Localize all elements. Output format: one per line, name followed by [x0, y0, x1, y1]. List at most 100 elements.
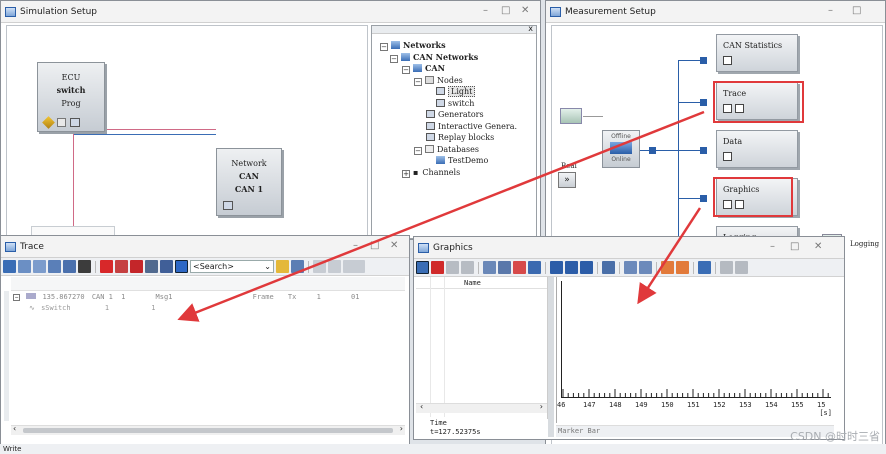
node-square[interactable]	[700, 57, 707, 64]
network-node-can1[interactable]: Network CAN CAN 1	[216, 148, 282, 216]
toolbar-highlight-icon[interactable]	[291, 260, 304, 273]
close-button[interactable]: ✕	[521, 5, 529, 16]
toolbar-view-icon[interactable]	[498, 261, 511, 274]
collapse-toggle-icon[interactable]: −	[402, 66, 410, 74]
toolbar-next-icon[interactable]	[328, 260, 341, 273]
minimize-button[interactable]: –	[770, 241, 775, 252]
offline-folder-icon[interactable]	[560, 108, 582, 124]
toolbar-zoom-fit-icon[interactable]	[580, 261, 593, 274]
tree-item-networks[interactable]: − Networks	[380, 40, 517, 52]
tree-item-replay[interactable]: Replay blocks	[380, 132, 517, 144]
expand-toggle-icon[interactable]: −	[13, 294, 20, 301]
toolbar-stop-icon[interactable]	[431, 261, 444, 274]
toolbar-columns-icon[interactable]	[48, 260, 61, 273]
scroll-right-icon[interactable]: ›	[540, 402, 543, 411]
toolbar-zoom-out-icon[interactable]	[565, 261, 578, 274]
toolbar-scroll-icon[interactable]	[160, 260, 173, 273]
toolbar-left-icon[interactable]	[661, 261, 674, 274]
minimize-button[interactable]: –	[483, 5, 488, 16]
collapse-toggle-icon[interactable]: −	[380, 43, 388, 51]
measurement-setup-titlebar[interactable]: Measurement Setup – □	[546, 1, 885, 23]
toolbar-time-icon[interactable]	[145, 260, 158, 273]
tree-item-channels[interactable]: + ▪ Channels	[380, 167, 517, 179]
toolbar-detail-icon[interactable]	[63, 260, 76, 273]
node-square[interactable]	[700, 99, 707, 106]
close-button[interactable]: ✕	[814, 241, 822, 252]
tree-item-can[interactable]: − CAN	[380, 63, 517, 75]
config-icon[interactable]	[57, 118, 66, 127]
real-source-button[interactable]: »	[558, 172, 576, 188]
trace-left-gutter[interactable]	[4, 291, 9, 421]
tree-item-switch[interactable]: switch	[380, 98, 517, 110]
toolbar-config-icon[interactable]	[416, 261, 429, 274]
collapse-toggle-icon[interactable]: −	[390, 54, 398, 63]
maximize-button[interactable]: □	[852, 5, 861, 16]
node-square[interactable]	[700, 195, 707, 202]
toolbar-undo-icon[interactable]	[720, 261, 733, 274]
minimize-button[interactable]: –	[353, 240, 358, 251]
ecu-node-switch[interactable]: ECU switch Prog	[37, 62, 105, 132]
scroll-left-icon[interactable]: ‹	[420, 402, 423, 411]
toolbar-delete-icon[interactable]	[115, 260, 128, 273]
trace-titlebar[interactable]: Trace – □ ✕	[1, 236, 409, 258]
tree-item-generators[interactable]: Generators	[380, 109, 517, 121]
expand-toggle-icon[interactable]: +	[402, 169, 410, 178]
tree-item-interactive[interactable]: Interactive Genera.	[380, 121, 517, 133]
collapse-toggle-icon[interactable]: −	[414, 77, 422, 86]
toolbar-find-icon[interactable]	[78, 260, 91, 273]
trace-row-signal[interactable]: ∿ sSwitch 1 1	[29, 304, 155, 314]
toolbar-pause-icon[interactable]	[130, 260, 143, 273]
trace-row-message[interactable]: − 135.867270 CAN 1 1 Msg1 Frame Tx 1 01	[13, 293, 405, 303]
scroll-left-icon[interactable]: ‹	[13, 424, 16, 433]
simulation-canvas[interactable]: ECU switch Prog Network CAN CAN 1	[6, 25, 368, 240]
offline-online-switch[interactable]: Offline Online	[602, 130, 640, 168]
tree-item-nodes[interactable]: − Nodes	[380, 75, 517, 87]
scroll-thumb[interactable]	[23, 428, 393, 433]
toolbar-more-icon[interactable]	[343, 260, 365, 273]
tree-item-databases[interactable]: − Databases	[380, 144, 517, 156]
block-can-statistics[interactable]: CAN Statistics	[716, 34, 798, 72]
toolbar-zoom-in-icon[interactable]	[550, 261, 563, 274]
minimize-button[interactable]: –	[828, 5, 833, 16]
signal-list-scrollbar[interactable]: ‹ ›	[416, 402, 547, 413]
pencil-icon[interactable]	[42, 116, 55, 129]
toolbar-config-icon[interactable]	[3, 260, 16, 273]
splitter-handle[interactable]	[548, 277, 554, 437]
simulation-setup-titlebar[interactable]: Simulation Setup – □ ✕	[1, 1, 540, 23]
toolbar-filter-icon[interactable]	[18, 260, 31, 273]
toolbar-axis-icon[interactable]	[446, 261, 459, 274]
node-computer-icon[interactable]	[70, 118, 80, 127]
node-square[interactable]	[700, 147, 707, 154]
tree-item-light[interactable]: Light	[380, 86, 517, 98]
graphics-titlebar[interactable]: Graphics – □ ✕	[414, 237, 844, 259]
tree-close-button[interactable]: x	[528, 24, 533, 33]
toolbar-layout-icon[interactable]	[483, 261, 496, 274]
trace-search-input[interactable]: <Search> ⌄	[190, 260, 274, 273]
collapse-toggle-icon[interactable]: −	[414, 146, 422, 155]
tree-item-can-networks[interactable]: − CAN Networks	[380, 52, 517, 64]
chevron-down-icon[interactable]: ⌄	[264, 261, 271, 272]
toolbar-clear-icon[interactable]	[100, 260, 113, 273]
maximize-button[interactable]: □	[370, 240, 379, 251]
toolbar-grid-icon[interactable]	[528, 261, 541, 274]
block-data[interactable]: Data	[716, 130, 798, 168]
scroll-right-icon[interactable]: ›	[400, 424, 403, 433]
toolbar-right-icon[interactable]	[676, 261, 689, 274]
signal-list-pane[interactable]: Name ‹ ›	[416, 277, 548, 419]
plot-area[interactable]: 46 147 148 149 150 151 152 153 154 155 15 [s]	[556, 277, 834, 423]
maximize-button[interactable]: □	[501, 5, 510, 16]
toolbar-signal-icon[interactable]	[624, 261, 637, 274]
toolbar-sigma-icon[interactable]	[33, 260, 46, 273]
toolbar-prev-icon[interactable]	[313, 260, 326, 273]
toolbar-axis2-icon[interactable]	[461, 261, 474, 274]
trace-horizontal-scrollbar[interactable]: ‹ ›	[11, 424, 405, 435]
maximize-button[interactable]: □	[790, 241, 799, 252]
toolbar-chart-icon[interactable]	[175, 260, 188, 273]
close-button[interactable]: ✕	[390, 240, 398, 251]
toolbar-measure-icon[interactable]	[602, 261, 615, 274]
toolbar-window-icon[interactable]	[698, 261, 711, 274]
toolbar-line-icon[interactable]	[513, 261, 526, 274]
node-square[interactable]	[649, 147, 656, 154]
toolbar-mark-icon[interactable]	[276, 260, 289, 273]
toolbar-wave-icon[interactable]	[639, 261, 652, 274]
